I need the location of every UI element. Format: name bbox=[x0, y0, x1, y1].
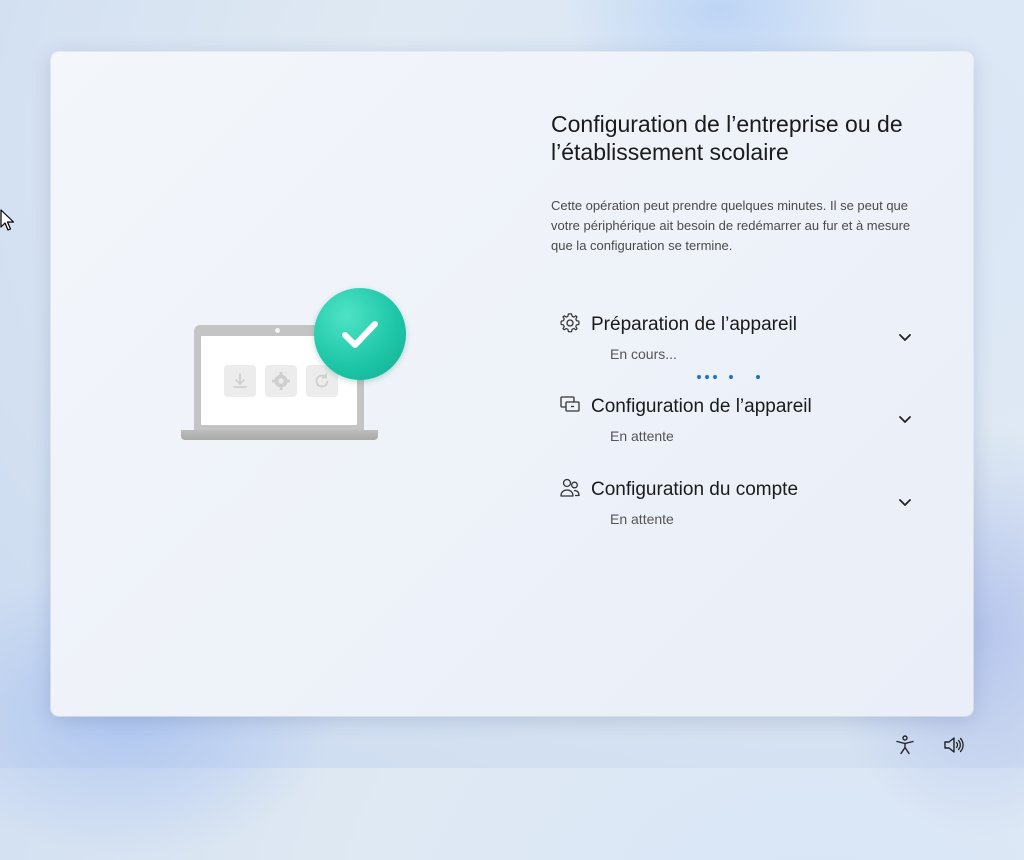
step-status: En attente bbox=[610, 428, 674, 444]
progress-indicator bbox=[697, 375, 767, 381]
accessibility-icon[interactable] bbox=[894, 734, 916, 756]
settings-gear-icon bbox=[265, 365, 297, 397]
success-check-icon bbox=[314, 288, 406, 380]
mouse-cursor-icon bbox=[0, 209, 14, 231]
people-icon bbox=[560, 478, 580, 497]
step-label: Configuration du compte bbox=[591, 479, 799, 500]
volume-icon[interactable] bbox=[942, 734, 964, 756]
step-device-preparation[interactable]: Préparation de l’appareil En cours... bbox=[559, 312, 919, 372]
laptop-base bbox=[181, 430, 378, 440]
progress-dot bbox=[756, 375, 760, 379]
download-icon bbox=[224, 365, 256, 397]
gear-icon bbox=[560, 313, 580, 333]
chevron-down-icon[interactable] bbox=[895, 409, 915, 429]
progress-dot bbox=[713, 375, 717, 379]
step-label: Préparation de l’appareil bbox=[591, 314, 797, 335]
chevron-down-icon[interactable] bbox=[895, 492, 915, 512]
page-description: Cette opération peut prendre quelques mi… bbox=[551, 198, 911, 253]
step-label: Configuration de l’appareil bbox=[591, 396, 812, 417]
step-status: En attente bbox=[610, 511, 674, 527]
progress-dot bbox=[697, 375, 701, 379]
step-status: En cours... bbox=[610, 346, 677, 362]
laptop-camera bbox=[275, 328, 280, 333]
chevron-down-icon[interactable] bbox=[895, 327, 915, 347]
page-title: Configuration de l’entreprise ou de l’ét… bbox=[551, 111, 903, 165]
progress-dot bbox=[705, 375, 709, 379]
step-account-setup[interactable]: Configuration du compte En attente bbox=[559, 477, 919, 537]
oobe-window: Configuration de l’entreprise ou de l’ét… bbox=[51, 52, 973, 716]
devices-icon bbox=[560, 396, 580, 412]
step-device-setup[interactable]: Configuration de l’appareil En attente bbox=[559, 394, 919, 454]
setup-illustration bbox=[179, 287, 409, 447]
progress-dot bbox=[729, 375, 733, 379]
